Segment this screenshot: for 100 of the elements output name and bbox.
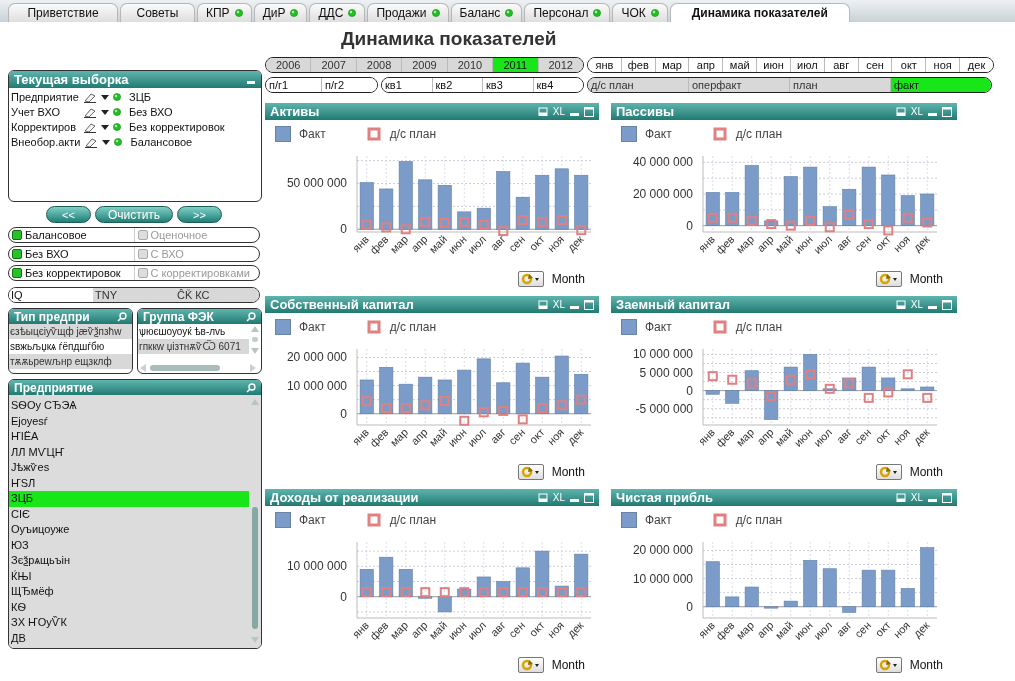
cycle-dropdown[interactable] [875,657,902,673]
axis-label: 20 000 000 [286,350,347,365]
maximize-icon[interactable] [942,106,952,117]
maximize-icon[interactable] [584,492,594,503]
axis-label: 5 000 000 [639,365,693,380]
maximize-icon[interactable] [942,492,952,503]
axis-label: мар [387,618,411,642]
tab[interactable]: Динамика показателей [669,3,850,22]
axis-label: ноя [544,232,567,255]
tab[interactable]: ДиР [253,3,308,22]
tab[interactable]: ЧОК [612,3,668,22]
cycle-dropdown[interactable] [517,657,544,673]
field-label: Учет ВХО [11,105,61,118]
filter-cell[interactable]: 2007 [310,58,356,72]
maximize-icon[interactable] [942,299,952,310]
bar [535,174,550,230]
filter-cell[interactable]: п/г2 [321,78,377,92]
legend-label: д/с план [735,320,783,334]
bar [900,588,915,608]
search-icon[interactable] [246,382,256,393]
export-button[interactable]: XL [910,492,923,503]
list-item[interactable]: ЩЂмёф [9,584,249,600]
print-icon[interactable] [895,106,906,117]
list-item[interactable]: ДВ [9,630,249,646]
dimension-label: Month [909,465,943,479]
list-item[interactable]: ЅѲОу СЂЭѦ [9,398,249,414]
print-icon[interactable] [537,106,548,117]
filter-cell[interactable]: 2011 [492,58,538,72]
bar [861,569,876,608]
print-icon[interactable] [537,299,548,310]
legend-swatch [365,512,382,528]
export-button[interactable]: XL [552,299,565,310]
axis-label: 50 000 000 [286,176,347,191]
filter-cell[interactable]: кв4 [532,78,583,92]
panel-title: Группа ФЭК [143,309,214,324]
toggle-option[interactable]: Балансовое [9,228,134,242]
tab[interactable]: Приветствие [8,3,118,22]
maximize-icon[interactable] [584,106,594,117]
toggle-option[interactable]: Без корректировок [9,266,134,280]
bar [842,606,857,613]
filter-cell[interactable]: 2010 [446,58,493,72]
list-item[interactable]: ЗЦБ [9,491,249,507]
tab[interactable]: КПР [197,3,252,22]
cycle-dropdown[interactable] [875,464,902,480]
list-item[interactable]: ҤЅЛ [9,475,249,491]
tab[interactable]: Продажи [367,3,449,22]
bar [554,355,569,415]
filter-cell[interactable]: 2012 [537,58,583,72]
filter-cell[interactable]: факт [890,78,991,92]
plan-marker [805,215,816,226]
filter-cell[interactable]: 2009 [401,58,447,72]
list-item[interactable]: СІЄ [9,506,249,522]
search-icon[interactable] [117,311,127,322]
list-item[interactable]: єзѣыцєіуѷщф јӕѷѯпзћw [9,324,132,339]
filter-cell[interactable]: д/с план [588,78,688,92]
filter-cell[interactable]: 2008 [355,58,402,72]
print-icon[interactable] [895,299,906,310]
legend-swatch [711,512,728,528]
print-icon[interactable] [537,492,548,503]
list-item[interactable]: КѲ [9,599,249,615]
maximize-icon[interactable] [584,299,594,310]
export-button[interactable]: XL [910,106,923,117]
filter-cell[interactable]: 2006 [266,58,311,72]
print-icon[interactable] [895,492,906,503]
tab[interactable]: ДДС [309,3,366,22]
tab[interactable]: Персонал [524,3,611,22]
list-item[interactable]: Оуъицоуже [9,522,249,538]
list-item[interactable]: ҤІЁА [9,429,249,445]
list-item[interactable]: ЌЊІ [9,568,249,584]
list-item[interactable]: ЮЗ [9,537,249,553]
cycle-dropdown[interactable] [875,271,902,287]
vertical-scrollbar[interactable] [249,324,261,356]
export-button[interactable]: XL [552,106,565,117]
cycle-dropdown[interactable] [517,464,544,480]
export-button[interactable]: XL [552,492,565,503]
search-icon[interactable] [246,311,256,322]
list-item[interactable]: ЛЛ МѴЦҤ [9,444,249,460]
plan-marker [381,222,392,233]
panel-title: Активы [270,104,320,119]
bar [437,596,452,613]
dimension-label: Month [551,658,585,672]
filter-cell[interactable]: оперфакт [688,78,789,92]
tab[interactable]: Советы [120,3,195,22]
filter-cell[interactable]: дек [959,58,993,72]
list-item[interactable]: Ејоуеѕѓ [9,413,249,429]
list-cell[interactable]: TNY [93,288,175,302]
tab[interactable]: Баланс [450,3,523,22]
list-item[interactable]: гпккw џізтнѫѷѾ 6071 [138,339,249,354]
list-item[interactable]: Зєѯрѧщьъін [9,553,249,569]
legend-swatch [365,319,382,335]
cycle-dropdown[interactable] [517,271,544,287]
export-button[interactable]: XL [910,299,923,310]
list-cell[interactable]: ĈǨ КС [175,288,259,302]
axis-label: 0 [340,406,347,421]
list-item[interactable]: тѫѫьреwљнр ещзклф [9,354,132,369]
list-item[interactable]: ЗХ ҤОуѶК [9,615,249,631]
horizontal-scrollbar[interactable] [138,363,258,373]
toggle-option[interactable]: Без ВХО [9,247,134,261]
list-item[interactable]: Јѣжѷеѕ [9,460,249,476]
filter-cell[interactable]: план [789,78,890,92]
